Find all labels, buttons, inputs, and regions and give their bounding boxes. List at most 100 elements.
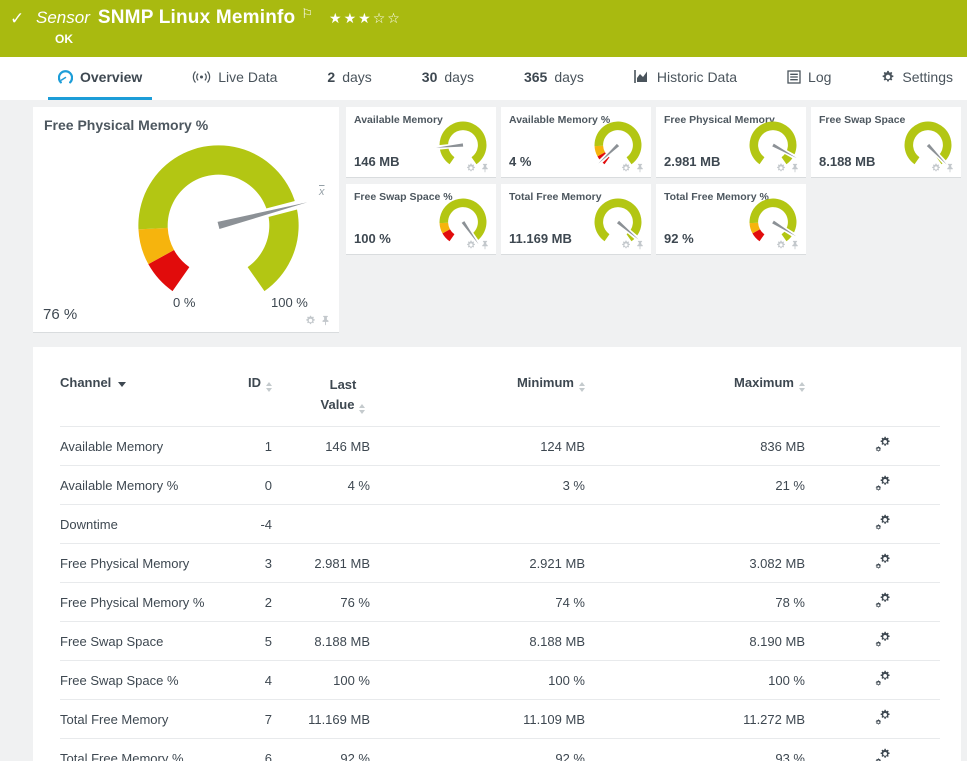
star-filled-icon[interactable]: ★ (344, 10, 359, 26)
sensor-status-badge: OK (55, 32, 73, 46)
channel-id: 4 (220, 660, 272, 700)
sort-icon (579, 382, 585, 392)
column-header-channel[interactable]: Channel (60, 347, 220, 427)
channel-gauge-tile[interactable]: Free Physical Memory 2.981 MB (656, 107, 806, 178)
channel-name[interactable]: Total Free Memory (60, 699, 220, 739)
flag-icon[interactable]: ⚐ (301, 7, 313, 20)
tab-30-days[interactable]: 30 days (412, 57, 484, 100)
column-header-last-value[interactable]: Last Value (272, 347, 370, 427)
pin-icon[interactable] (635, 163, 645, 173)
channel-maximum: 100 % (585, 660, 805, 700)
edit-channel-settings-icon[interactable] (875, 436, 891, 453)
edit-channel-settings-icon[interactable] (875, 631, 891, 648)
channel-minimum: 11.109 MB (370, 699, 585, 739)
star-filled-icon[interactable]: ★ (358, 10, 373, 26)
channel-last-value (272, 504, 370, 544)
channel-name[interactable]: Free Swap Space % (60, 660, 220, 700)
tab-365-days[interactable]: 365 days (514, 57, 594, 100)
gear-icon[interactable] (621, 240, 631, 250)
tab-live-data[interactable]: Live Data (182, 57, 287, 100)
pin-icon[interactable] (635, 240, 645, 250)
gauge-value: 92 % (664, 231, 694, 246)
gear-icon[interactable] (776, 163, 786, 173)
pin-icon[interactable] (480, 240, 490, 250)
star-empty-icon[interactable]: ☆ (373, 10, 388, 26)
column-header-id[interactable]: ID (220, 347, 272, 427)
edit-channel-settings-icon[interactable] (875, 748, 891, 761)
pin-icon[interactable] (320, 315, 331, 326)
sort-desc-icon (118, 382, 127, 387)
gauge-max-label: 100 % (271, 295, 308, 310)
table-row: Available Memory % 0 4 % 3 % 21 % (60, 465, 940, 505)
channel-last-value: 76 % (272, 582, 370, 622)
channel-id: 3 (220, 543, 272, 583)
prtg-sensor-page: ✓ Sensor SNMP Linux Meminfo ⚐ ★★★☆☆ OK O… (0, 0, 967, 761)
tab-settings[interactable]: Settings (871, 57, 963, 100)
gauge-value: 100 % (354, 231, 391, 246)
channel-gauge-tile[interactable]: Total Free Memory 11.169 MB (501, 184, 651, 255)
channel-maximum: 836 MB (585, 426, 805, 466)
channel-maximum: 78 % (585, 582, 805, 622)
gear-icon[interactable] (931, 163, 941, 173)
chart-icon (634, 70, 650, 84)
edit-channel-settings-icon[interactable] (875, 709, 891, 726)
channel-name[interactable]: Available Memory % (60, 465, 220, 505)
edit-channel-settings-icon[interactable] (875, 475, 891, 492)
edit-channel-settings-icon[interactable] (875, 592, 891, 609)
channel-name[interactable]: Free Physical Memory (60, 543, 220, 583)
pin-icon[interactable] (790, 240, 800, 250)
sensor-title: SNMP Linux Meminfo (97, 7, 296, 28)
channel-id: 7 (220, 699, 272, 739)
channel-minimum: 74 % (370, 582, 585, 622)
channel-name[interactable]: Available Memory (60, 426, 220, 466)
gauge-value: 8.188 MB (819, 154, 876, 169)
tab-overview[interactable]: Overview (48, 57, 153, 100)
channel-id: -4 (220, 504, 272, 544)
channel-id: 5 (220, 621, 272, 661)
tab-historic-data[interactable]: Historic Data (624, 57, 747, 100)
gauge-value: 76 % (43, 306, 78, 323)
channel-gauge-tile[interactable]: Available Memory % 4 % (501, 107, 651, 178)
priority-stars[interactable]: ★★★☆☆ (329, 10, 402, 27)
pin-icon[interactable] (480, 163, 490, 173)
channel-name[interactable]: Total Free Memory % (60, 738, 220, 761)
star-filled-icon[interactable]: ★ (329, 10, 344, 26)
channel-gauge-tile[interactable]: Total Free Memory % 92 % (656, 184, 806, 255)
edit-channel-settings-icon[interactable] (875, 553, 891, 570)
column-header-minimum[interactable]: Minimum (370, 347, 585, 427)
gear-icon[interactable] (305, 315, 316, 326)
sensor-type-label: Sensor (36, 8, 90, 27)
gauge-value: 4 % (509, 154, 532, 169)
table-row: Free Physical Memory 3 2.981 MB 2.921 MB 3.0… (60, 543, 940, 583)
channel-table-card: Channel ID Last Value Minimum Maximum Av… (33, 347, 961, 761)
column-header-maximum[interactable]: Maximum (585, 347, 805, 427)
gear-icon[interactable] (466, 240, 476, 250)
star-empty-icon[interactable]: ☆ (387, 10, 402, 26)
channel-name[interactable]: Free Swap Space (60, 621, 220, 661)
gear-icon[interactable] (776, 240, 786, 250)
pin-icon[interactable] (790, 163, 800, 173)
primary-channel-gauge-card[interactable]: Free Physical Memory % x 0 % 100 % 76 % (33, 107, 339, 333)
gear-icon[interactable] (621, 163, 631, 173)
channel-last-value: 100 % (272, 660, 370, 700)
tab-log[interactable]: Log (777, 57, 841, 100)
mini-gauge-grid: Available Memory 146 MB Available Memory %… (346, 107, 961, 333)
sensor-header: ✓ Sensor SNMP Linux Meminfo ⚐ ★★★☆☆ OK (0, 0, 967, 57)
table-row: Total Free Memory % 6 92 % 92 % 93 % (60, 738, 940, 761)
gauge-title: Total Free Memory (509, 191, 602, 203)
channel-name[interactable]: Downtime (60, 504, 220, 544)
gauge-title: Free Swap Space (819, 114, 906, 126)
channel-name[interactable]: Free Physical Memory % (60, 582, 220, 622)
pin-icon[interactable] (945, 163, 955, 173)
gear-icon[interactable] (466, 163, 476, 173)
channel-gauge-tile[interactable]: Available Memory 146 MB (346, 107, 496, 178)
edit-channel-settings-icon[interactable] (875, 514, 891, 531)
edit-channel-settings-icon[interactable] (875, 670, 891, 687)
tab-2-days[interactable]: 2 days (317, 57, 381, 100)
channel-maximum (585, 504, 805, 544)
channel-gauge-tile[interactable]: Free Swap Space % 100 % (346, 184, 496, 255)
channel-minimum: 3 % (370, 465, 585, 505)
channel-gauge-tile[interactable]: Free Swap Space 8.188 MB (811, 107, 961, 178)
tab-bar: Overview Live Data 2 days 30 days 365 da… (0, 57, 967, 100)
gauge-icon (58, 69, 73, 85)
